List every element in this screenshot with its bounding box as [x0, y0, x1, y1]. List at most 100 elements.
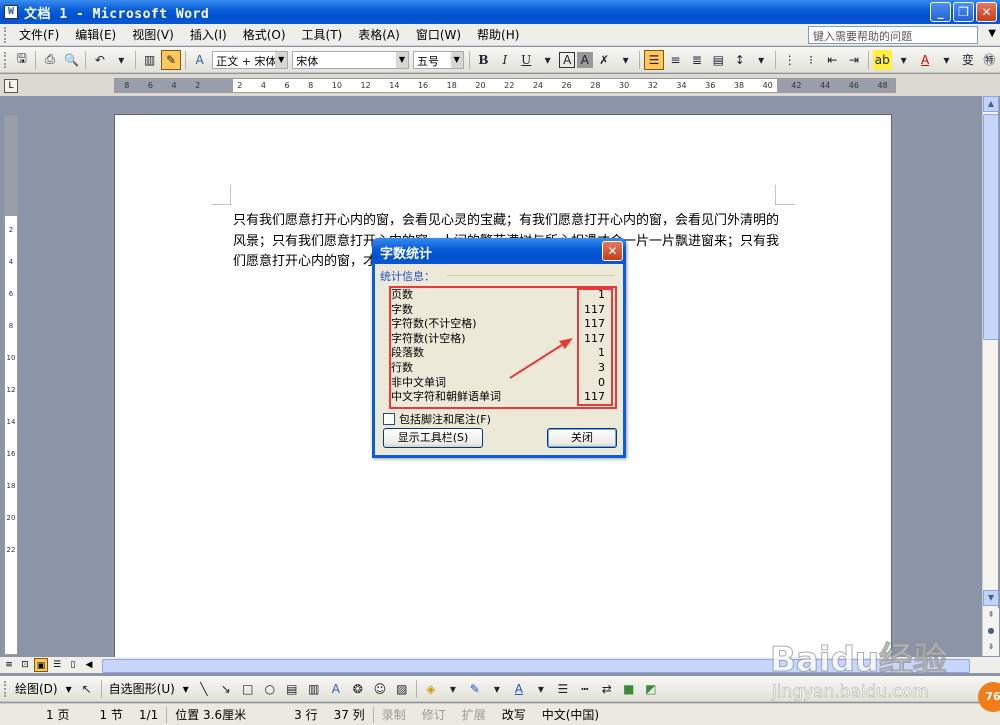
- underline-button[interactable]: U: [517, 50, 536, 70]
- distributed-align-icon[interactable]: ▤: [709, 50, 728, 70]
- line-color-dropdown-icon[interactable]: ▾: [487, 679, 507, 699]
- fill-color-icon[interactable]: ◈: [421, 679, 441, 699]
- clipart-icon[interactable]: ☺: [370, 679, 390, 699]
- line-style-icon[interactable]: ☰: [553, 679, 573, 699]
- vertical-ruler[interactable]: 2 4 6 8 10 12 14 16 18 20 22: [4, 115, 18, 655]
- menu-tools[interactable]: 工具(T): [294, 26, 351, 43]
- char-scale-icon[interactable]: ✗: [595, 50, 614, 70]
- vertical-scrollbar[interactable]: ▲ ▼ ⇞ ● ⇟: [982, 96, 999, 656]
- include-footnotes-checkbox[interactable]: [383, 413, 395, 425]
- oval-tool-icon[interactable]: ○: [260, 679, 280, 699]
- vertical-textbox-icon[interactable]: ▥: [304, 679, 324, 699]
- style-select[interactable]: 正文 + 宋体 ▼: [212, 50, 289, 69]
- increase-indent-icon[interactable]: ⇥: [844, 50, 863, 70]
- char-border-button[interactable]: A: [559, 51, 575, 68]
- menu-edit[interactable]: 编辑(E): [67, 26, 124, 43]
- chevron-down-icon[interactable]: ▼: [988, 28, 996, 39]
- wordart-icon[interactable]: A: [326, 679, 346, 699]
- show-toolbar-button[interactable]: 显示工具栏(S): [383, 428, 483, 448]
- tab-selector[interactable]: L: [4, 79, 18, 93]
- undo-icon[interactable]: ↶: [90, 50, 109, 70]
- print-view-icon[interactable]: ▣: [34, 658, 48, 672]
- fill-dropdown-icon[interactable]: ▾: [443, 679, 463, 699]
- save-icon[interactable]: 🖫: [12, 50, 31, 70]
- toolbar-grip[interactable]: [4, 51, 7, 68]
- font-color-icon[interactable]: A: [915, 50, 934, 70]
- 3d-icon[interactable]: ◩: [641, 679, 661, 699]
- dialog-close-icon[interactable]: ✕: [602, 241, 623, 261]
- include-footnotes-row[interactable]: 包括脚注和尾注(F): [383, 411, 491, 427]
- menu-window[interactable]: 窗口(W): [408, 26, 469, 43]
- menu-view[interactable]: 视图(V): [124, 26, 182, 43]
- align-right-icon[interactable]: ≣: [687, 50, 706, 70]
- print-icon[interactable]: ⎙: [40, 50, 59, 70]
- word-doc-icon[interactable]: W: [4, 5, 18, 19]
- font-select[interactable]: 宋体 ▼: [292, 50, 409, 69]
- styles-icon[interactable]: A: [190, 50, 209, 70]
- draw-font-color-dropdown-icon[interactable]: ▾: [531, 679, 551, 699]
- underline-dropdown-icon[interactable]: ▾: [538, 50, 557, 70]
- select-objects-icon[interactable]: ↖: [77, 679, 97, 699]
- font-size-select[interactable]: 五号 ▼: [413, 50, 464, 69]
- close-dialog-button[interactable]: 关闭: [547, 428, 617, 448]
- status-ext[interactable]: 扩展: [454, 706, 494, 723]
- phonetic-guide-button[interactable]: 变: [958, 50, 977, 70]
- picture-icon[interactable]: ▨: [392, 679, 412, 699]
- scroll-left-icon[interactable]: ◀: [82, 658, 96, 672]
- drawbar-grip[interactable]: [4, 680, 7, 697]
- scroll-down-button[interactable]: ▼: [983, 590, 999, 606]
- menu-insert[interactable]: 插入(I): [182, 26, 235, 43]
- outline-view-icon[interactable]: ☰: [50, 658, 64, 672]
- shadow-icon[interactable]: ■: [619, 679, 639, 699]
- reading-view-icon[interactable]: ▯: [66, 658, 80, 672]
- char-shading-button[interactable]: A: [576, 51, 593, 68]
- align-center-icon[interactable]: ≡: [666, 50, 685, 70]
- numbering-icon[interactable]: ⋮: [780, 50, 799, 70]
- draw-font-color-icon[interactable]: A: [509, 679, 529, 699]
- enclose-char-icon[interactable]: ㊕: [980, 50, 999, 70]
- arrow-style-icon[interactable]: ⇄: [597, 679, 617, 699]
- line-spacing-icon[interactable]: ↕: [730, 50, 749, 70]
- highlight-icon[interactable]: ab: [872, 49, 892, 70]
- normal-view-icon[interactable]: ≡: [2, 658, 16, 672]
- textbox-tool-icon[interactable]: ▤: [282, 679, 302, 699]
- arrow-tool-icon[interactable]: ↘: [216, 679, 236, 699]
- line-tool-icon[interactable]: ╲: [194, 679, 214, 699]
- menu-file[interactable]: 文件(F): [11, 26, 67, 43]
- draw-dropdown-icon[interactable]: ▾: [62, 682, 76, 696]
- help-search-input[interactable]: 键入需要帮助的问题: [808, 26, 978, 44]
- web-view-icon[interactable]: ⊡: [18, 658, 32, 672]
- diagram-icon[interactable]: ❂: [348, 679, 368, 699]
- read-mode-icon[interactable]: ✎: [161, 49, 181, 70]
- print-preview-icon[interactable]: 🔍: [62, 50, 81, 70]
- decrease-indent-icon[interactable]: ⇤: [823, 50, 842, 70]
- status-rec[interactable]: 录制: [374, 706, 414, 723]
- menu-table[interactable]: 表格(A): [350, 26, 408, 43]
- bullets-icon[interactable]: ⁝: [801, 50, 820, 70]
- status-trk[interactable]: 修订: [414, 706, 454, 723]
- italic-button[interactable]: I: [495, 50, 514, 70]
- line-spacing-dropdown-icon[interactable]: ▾: [751, 50, 770, 70]
- scroll-up-button[interactable]: ▲: [983, 96, 999, 112]
- scroll-thumb[interactable]: [983, 114, 999, 340]
- menu-grip[interactable]: [4, 26, 7, 43]
- minimize-button[interactable]: _: [930, 2, 951, 22]
- menu-help[interactable]: 帮助(H): [469, 26, 527, 43]
- menu-format[interactable]: 格式(O): [235, 26, 294, 43]
- highlight-dropdown-icon[interactable]: ▾: [894, 50, 913, 70]
- autoshapes-menu[interactable]: 自选图形(U): [105, 680, 179, 697]
- dash-style-icon[interactable]: ┅: [575, 679, 595, 699]
- line-color-icon[interactable]: ✎: [465, 679, 485, 699]
- font-color-dropdown-icon[interactable]: ▾: [937, 50, 956, 70]
- status-ovr[interactable]: 改写: [494, 706, 534, 723]
- horizontal-ruler[interactable]: 8 6 4 2 2 4 6 8 10 12 14 16 18 20 22 24 26 28 30 32 34 36 38 40…: [114, 78, 896, 93]
- close-window-button[interactable]: ✕: [976, 2, 997, 22]
- rectangle-tool-icon[interactable]: □: [238, 679, 258, 699]
- bold-button[interactable]: B: [474, 50, 493, 70]
- undo-dropdown-icon[interactable]: ▾: [112, 50, 131, 70]
- autoshapes-dropdown-icon[interactable]: ▾: [179, 682, 193, 696]
- align-justify-icon[interactable]: ☰: [644, 49, 664, 70]
- columns-icon[interactable]: ▥: [140, 50, 159, 70]
- draw-menu[interactable]: 绘图(D): [11, 680, 62, 697]
- scale-dropdown-icon[interactable]: ▾: [616, 50, 635, 70]
